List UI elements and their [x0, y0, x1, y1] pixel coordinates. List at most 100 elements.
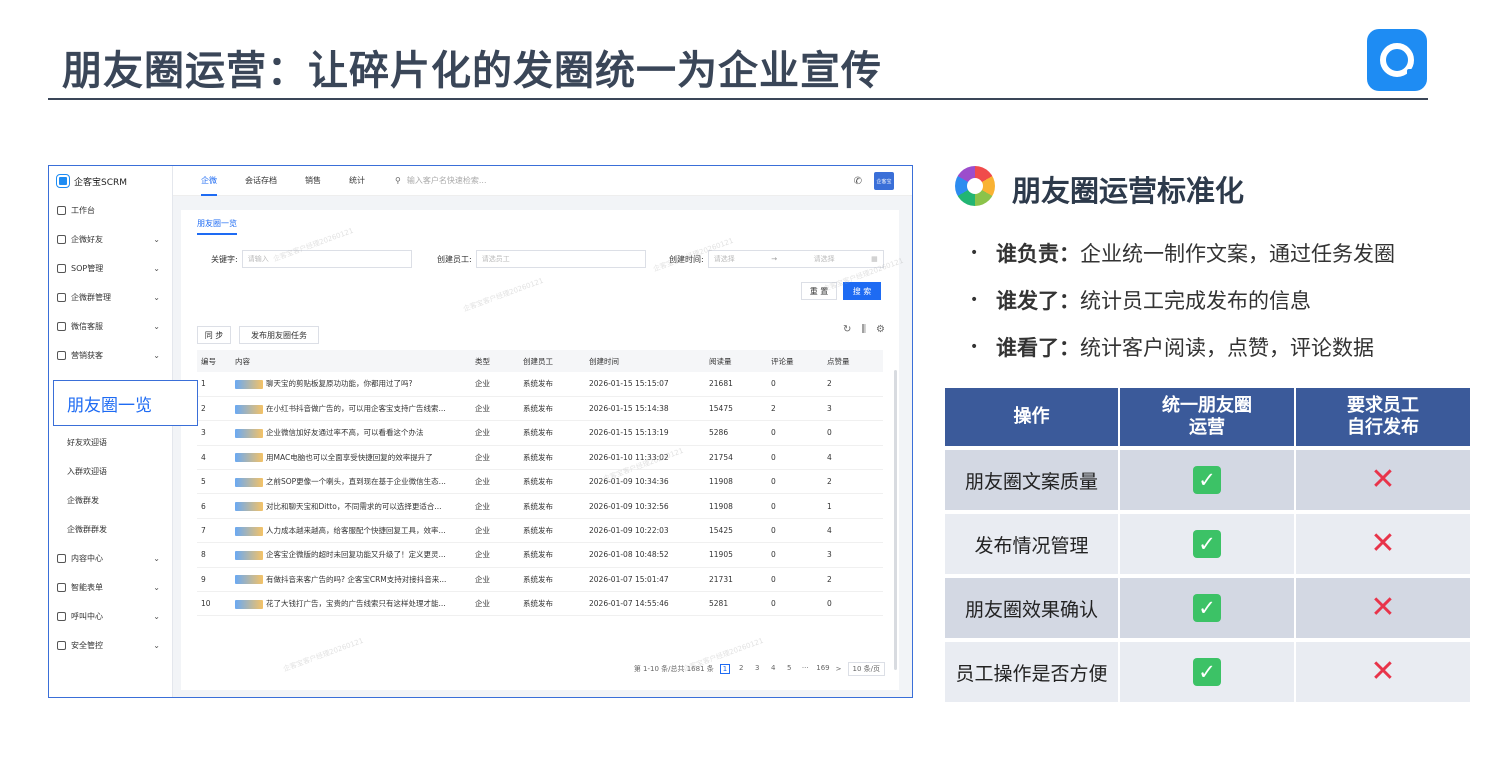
creator-select[interactable]: 请选员工 — [475, 250, 646, 268]
sidebar-item[interactable]: 智能表单 ⌄ — [49, 573, 172, 602]
sidebar-subitem[interactable]: 好友欢迎语 — [49, 428, 172, 457]
cross-icon: ✕ — [1370, 462, 1396, 497]
sidebar-subitem[interactable]: 入群欢迎语 — [49, 457, 172, 486]
page-size-select[interactable]: 10 条/页 — [847, 662, 885, 676]
content-thumbnail — [235, 453, 263, 463]
page-button[interactable]: 5 — [784, 664, 794, 674]
comparison-row-label: 员工操作是否方便 — [945, 638, 1120, 702]
watermark: 企客宝客户经理20260121 — [462, 276, 545, 314]
table-cell: 11908 — [705, 493, 767, 519]
page-button[interactable]: 3 — [752, 664, 762, 674]
tab-session-archive[interactable]: 会话存档 — [245, 166, 277, 196]
table-cell: 0 — [767, 518, 823, 544]
comparison-cell-self: ✕ — [1296, 510, 1472, 574]
table-cell: 5281 — [705, 591, 767, 617]
table-row[interactable]: 10 花了大钱打广告，宝贵的广告线索只有这样处理才能... 企业 系统发布 2026-0… — [197, 591, 883, 617]
table-cell: 花了大钱打广告，宝贵的广告线索只有这样处理才能... — [231, 591, 471, 617]
content-text: 对比和聊天宝和Ditto，不同需求的可以选择更适合... — [266, 501, 442, 511]
bullet-dot-icon: • — [970, 291, 979, 308]
table-cell: 企业 — [471, 591, 519, 617]
sidebar-item[interactable]: 安全管控 ⌄ — [49, 631, 172, 660]
page-button[interactable]: 2 — [736, 664, 746, 674]
table-cell: 21681 — [705, 372, 767, 397]
app-brand[interactable]: 企客宝SCRM — [49, 166, 172, 196]
table-row[interactable]: 5 之前SOP更像一个喇头，直到现在基于企业微信生态... 企业 系统发布 2026-0… — [197, 469, 883, 495]
top-nav: 企微 会话存档 销售 统计 ⚲ 输入客户名快速检索... ✆ 企客宝 — [173, 166, 912, 196]
sidebar-item[interactable]: 企微好友 ⌄ — [49, 225, 172, 254]
tab-sales[interactable]: 销售 — [305, 166, 321, 196]
table-row[interactable]: 3 企业微信加好友通过率不高，可以看看这个办法 企业 系统发布 2026-01-15 1… — [197, 420, 883, 446]
table-row[interactable]: 4 用MAC电脑也可以全面享受快捷回复的效率提升了 企业 系统发布 2026-01-10… — [197, 445, 883, 471]
page-button[interactable]: ··· — [800, 664, 810, 674]
table-cell: 5286 — [705, 420, 767, 446]
sidebar-item-label: 营销获客 — [71, 351, 103, 360]
keyword-label: 关键字: — [211, 254, 238, 264]
table-row[interactable]: 2 在小红书抖音做广告的，可以用企客宝支持广告线索... 企业 系统发布 2026-01… — [197, 396, 883, 422]
sidebar-item[interactable]: 工作台 — [49, 196, 172, 225]
table-cell: 聊天宝的剪贴板复原功功能，你都用过了吗? — [231, 372, 471, 397]
sidebar-subitem[interactable]: 企微群群发 — [49, 515, 172, 544]
sidebar-item[interactable]: 营销获客 ⌄ — [49, 341, 172, 370]
table-cell: 2026-01-09 10:32:56 — [585, 493, 705, 519]
sidebar-item[interactable]: 企微群管理 ⌄ — [49, 283, 172, 312]
global-search[interactable]: ⚲ 输入客户名快速检索... — [395, 175, 487, 186]
reset-button[interactable]: 重 置 — [801, 282, 837, 300]
tab-stats[interactable]: 统计 — [349, 166, 365, 196]
tab-qiwei[interactable]: 企微 — [201, 166, 217, 196]
density-icon[interactable]: ⫼ — [861, 324, 866, 335]
settings-icon[interactable]: ⚙ — [876, 324, 885, 335]
time-filter: 创建时间: 请选择 → 请选择 ▦ — [669, 250, 884, 268]
slide-title: 朋友圈运营：让碎片化的发圈统一为企业宣传 — [62, 48, 882, 94]
table-cell: 4 — [823, 518, 883, 544]
table-row[interactable]: 6 对比和聊天宝和Ditto，不同需求的可以选择更适合... 企业 系统发布 2026-… — [197, 493, 883, 519]
app-screenshot: 企客宝SCRM 工作台企微好友 ⌄ SOP管理 ⌄ 企微群管理 ⌄ 微信客服 ⌄ 营销获客 ⌄ 朋… — [48, 165, 913, 698]
page-button[interactable]: 1 — [719, 664, 731, 674]
table-cell: 8 — [197, 542, 231, 568]
table-row[interactable]: 8 企客宝企微版的超时未回复功能又升级了！定义更灵... 企业 系统发布 2026-01… — [197, 542, 883, 568]
table-scrollbar[interactable] — [894, 370, 897, 670]
search-button[interactable]: 搜 索 — [843, 282, 881, 300]
comparison-cell-self: ✕ — [1296, 638, 1472, 702]
table-cell: 0 — [767, 420, 823, 446]
panel-tab-moments-overview[interactable]: 朋友圈一览 — [197, 218, 237, 235]
next-page-button[interactable]: > — [836, 665, 842, 673]
avatar[interactable]: 企客宝 — [874, 172, 894, 190]
page-button[interactable]: 169 — [816, 664, 829, 674]
page-button[interactable]: 4 — [768, 664, 778, 674]
time-range-picker[interactable]: 请选择 → 请选择 ▦ — [707, 250, 884, 268]
sidebar-item-icon — [57, 235, 66, 244]
sidebar-item-label: 呼叫中心 — [71, 612, 103, 621]
sidebar-item[interactable]: 微信客服 ⌄ — [49, 312, 172, 341]
time-start: 请选择 — [713, 255, 735, 263]
content-text: 在小红书抖音做广告的，可以用企客宝支持广告线索... — [266, 404, 446, 414]
sync-button[interactable]: 同 步 — [197, 326, 231, 344]
publish-moments-task-button[interactable]: 发布朋友圈任务 — [239, 326, 319, 344]
comparison-row: 员工操作是否方便 ✓ ✕ — [945, 638, 1472, 702]
brand-logo-icon — [1367, 29, 1427, 91]
refresh-icon[interactable]: ↻ — [843, 324, 851, 335]
table-row[interactable]: 7 人力成本越来越高，给客服配个快捷回复工具，效率... 企业 系统发布 2026-01… — [197, 518, 883, 544]
table-cell: 企业 — [471, 372, 519, 397]
table-header-cell: 创建时间 — [585, 350, 705, 372]
table-cell: 0 — [823, 591, 883, 617]
table-cell: 系统发布 — [519, 542, 585, 568]
sidebar-item[interactable]: SOP管理 ⌄ — [49, 254, 172, 283]
comparison-row: 发布情况管理 ✓ ✕ — [945, 510, 1472, 574]
moments-overview-callout[interactable]: 朋友圈一览 — [53, 380, 198, 426]
sidebar-item[interactable]: 呼叫中心 ⌄ — [49, 602, 172, 631]
sidebar-item-icon — [57, 206, 66, 215]
table-row[interactable]: 9 有做抖音来客广告的吗? 企客宝CRM支持对接抖音来... 企业 系统发布 2026-… — [197, 567, 883, 593]
keyword-input[interactable]: 请输入 — [241, 250, 412, 268]
chevron-down-icon: ⌄ — [153, 583, 160, 592]
sidebar-subitem[interactable]: 企微群发 — [49, 486, 172, 515]
phone-icon[interactable]: ✆ — [854, 176, 862, 187]
content-text: 有做抖音来客广告的吗? 企客宝CRM支持对接抖音来... — [266, 574, 447, 584]
sidebar-item[interactable]: 内容中心 ⌄ — [49, 544, 172, 573]
moments-panel: 朋友圈一览 关键字: 请输入 创建员工: 请选员工 创建时间: 请选择 → 请选… — [181, 210, 904, 690]
bullet-dot-icon: • — [970, 338, 979, 355]
chevron-down-icon: ⌄ — [153, 612, 160, 621]
table-row[interactable]: 1 聊天宝的剪贴板复原功功能，你都用过了吗? 企业 系统发布 2026-01-15 15… — [197, 372, 883, 397]
table-cell: 企业 — [471, 445, 519, 471]
comparison-header-unified: 统一朋友圈 运营 — [1120, 388, 1296, 446]
chevron-down-icon: ⌄ — [153, 641, 160, 650]
